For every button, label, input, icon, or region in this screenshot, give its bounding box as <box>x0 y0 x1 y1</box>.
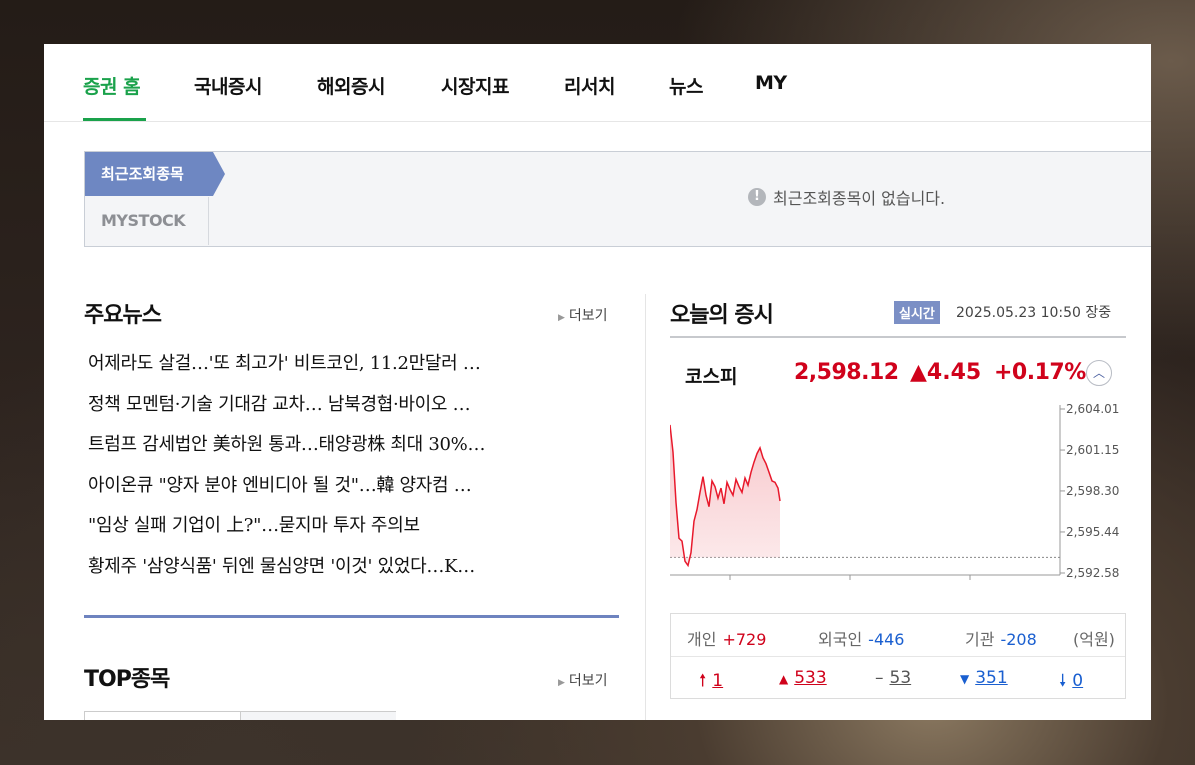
chevron-right-icon: ▶ <box>558 678 565 688</box>
count-value[interactable]: 533 <box>794 668 826 688</box>
news-item[interactable]: 아이온큐 "양자 분야 엔비디아 될 것"…韓 양자컴 … <box>88 466 618 507</box>
top-more-link[interactable]: ▶ 더보기 <box>558 670 608 690</box>
y-tick-label: 2,604.01 <box>1066 402 1119 416</box>
investor-value: -446 <box>868 630 905 649</box>
main-nav: 증권 홈 국내증시 해외증시 시장지표 리서치 뉴스 MY <box>44 44 1151 122</box>
limit-up-count: 🠕 1 <box>699 668 723 697</box>
recent-empty-message: ! 최근조회종목이 없습니다. <box>748 185 945 209</box>
nav-active-underline <box>83 118 146 121</box>
nav-item-domestic[interactable]: 국내증시 <box>194 72 262 99</box>
index-name[interactable]: 코스피 <box>685 362 737 389</box>
news-item[interactable]: 어제라도 살걸…'또 최고가' 비트코인, 11.2만달러 … <box>88 344 618 385</box>
news-more-label: 더보기 <box>568 308 608 324</box>
y-tick-label: 2,598.30 <box>1066 484 1119 498</box>
count-value[interactable]: 0 <box>1072 671 1083 691</box>
count-value[interactable]: 351 <box>975 668 1007 688</box>
info-icon: ! <box>748 188 766 206</box>
triangle-up-icon: ▲ <box>779 672 789 686</box>
news-list: 어제라도 살걸…'또 최고가' 비트코인, 11.2만달러 … 정책 모멘텀·기… <box>88 344 618 587</box>
nav-item-indicators[interactable]: 시장지표 <box>441 72 509 99</box>
market-divider <box>670 336 1126 338</box>
news-item[interactable]: 황제주 '삼양식품' 뒤엔 물심양면 '이것' 있었다…K… <box>88 547 618 588</box>
market-timestamp: 2025.05.23 10:50 장중 <box>956 305 1112 321</box>
investor-label: 기관 <box>965 630 995 649</box>
investor-summary: 개인 +729 외국인 -446 기관 -208 (억원) 🠕 1 ▲ 533 –53 ▼… <box>670 613 1126 699</box>
count-value[interactable]: 53 <box>890 668 912 688</box>
news-divider <box>84 615 619 618</box>
top-stocks-tab-2[interactable] <box>240 712 396 720</box>
index-change-pct: +0.17% <box>994 360 1086 385</box>
nav-item-my[interactable]: MY <box>755 72 787 94</box>
triangle-down-icon: ▼ <box>960 672 970 686</box>
investor-row: 개인 +729 외국인 -446 기관 -208 (억원) <box>671 614 1125 657</box>
y-tick-label: 2,592.58 <box>1066 566 1119 580</box>
advance-decline-row: 🠕 1 ▲ 533 –53 ▼ 351 🠗 0 <box>671 657 1125 697</box>
market-section-title: 오늘의 증시 <box>670 303 774 328</box>
limit-down-count: 🠗 0 <box>1059 668 1083 697</box>
investor-foreign: 외국인 -446 <box>818 626 904 650</box>
chevron-right-icon: ▶ <box>558 313 565 323</box>
dash-icon: – <box>875 668 884 688</box>
investor-label: 개인 <box>687 630 717 649</box>
tab-mystock[interactable]: MYSTOCK <box>85 197 209 245</box>
recent-empty-text: 최근조회종목이 없습니다. <box>773 189 946 208</box>
top-stocks-tabs[interactable] <box>84 711 396 720</box>
decline-count: ▼ 351 <box>960 668 1008 688</box>
top-stocks-title: TOP종목 <box>84 667 170 692</box>
index-change: ▲4.45 <box>910 360 982 385</box>
column-divider <box>645 294 646 720</box>
advance-count: ▲ 533 <box>779 668 827 688</box>
investor-value: +729 <box>722 630 767 649</box>
news-more-link[interactable]: ▶ 더보기 <box>558 305 608 325</box>
arrow-up-limit-icon: 🠕 <box>699 671 707 691</box>
top-more-label: 더보기 <box>568 673 608 689</box>
investor-individual: 개인 +729 <box>687 626 766 650</box>
nav-item-stock-home[interactable]: 증권 홈 <box>83 72 141 99</box>
unit-label: (억원) <box>1073 630 1115 649</box>
realtime-badge: 실시간 <box>894 301 940 324</box>
stock-home-page: 증권 홈 국내증시 해외증시 시장지표 리서치 뉴스 MY 최근조회종목 MYS… <box>44 44 1151 720</box>
investor-institution: 기관 -208 <box>965 626 1037 650</box>
kospi-intraday-chart: 2,604.01 2,601.15 2,598.30 2,595.44 2,592.58… <box>670 402 1119 580</box>
arrow-down-limit-icon: 🠗 <box>1059 671 1067 691</box>
collapse-chevron-up-icon[interactable]: ︿ <box>1086 360 1112 386</box>
tab-recent-stocks[interactable]: 최근조회종목 <box>85 152 213 196</box>
y-tick-label: 2,595.44 <box>1066 525 1119 539</box>
count-value[interactable]: 1 <box>712 671 723 691</box>
news-item[interactable]: 정책 모멘텀·기술 기대감 교차… 남북경협·바이오 … <box>88 385 618 426</box>
investor-label: 외국인 <box>818 630 863 649</box>
recent-stocks-panel: 최근조회종목 MYSTOCK ! 최근조회종목이 없습니다. <box>84 151 1151 247</box>
nav-item-overseas[interactable]: 해외증시 <box>317 72 385 99</box>
investor-value: -208 <box>1000 630 1037 649</box>
news-item[interactable]: "임상 실패 기업이 上?"…묻지마 투자 주의보 <box>88 506 618 547</box>
nav-item-research[interactable]: 리서치 <box>564 72 615 99</box>
unchanged-count: –53 <box>875 668 911 688</box>
nav-item-news[interactable]: 뉴스 <box>669 72 703 99</box>
index-value: 2,598.12 <box>794 360 899 385</box>
news-section-title: 주요뉴스 <box>84 303 162 328</box>
news-item[interactable]: 트럼프 감세법안 美하원 통과…태양광株 최대 30%… <box>88 425 618 466</box>
tab-arrow <box>213 152 225 196</box>
y-tick-label: 2,601.15 <box>1066 443 1119 457</box>
